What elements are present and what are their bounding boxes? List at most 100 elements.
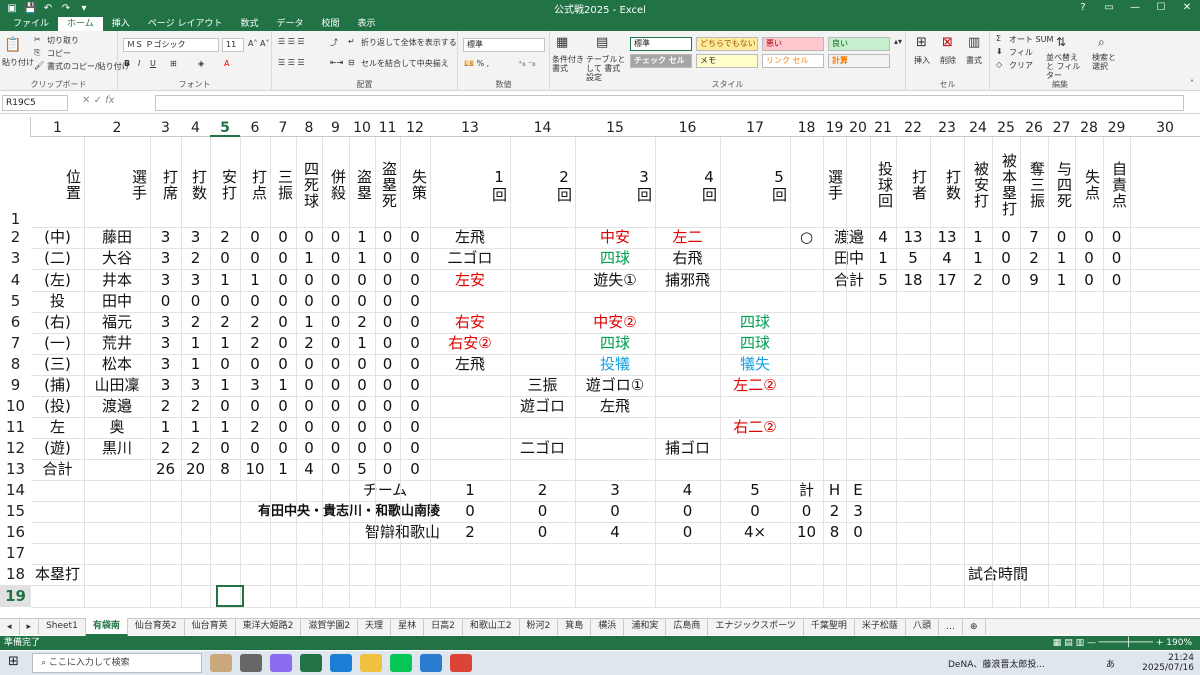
- batter-stat[interactable]: 0: [210, 396, 240, 417]
- inning-result[interactable]: 中安: [575, 227, 655, 248]
- total-stat[interactable]: 5: [349, 459, 375, 480]
- pitcher-stat[interactable]: 2: [964, 269, 992, 291]
- header-er[interactable]: 自責点: [1103, 145, 1130, 225]
- batter-stat[interactable]: 2: [349, 312, 375, 333]
- linescore-header[interactable]: 2: [510, 480, 575, 501]
- style-linked-cell[interactable]: リンク セル: [762, 54, 824, 68]
- linescore-team[interactable]: 智辯和歌山: [180, 522, 440, 543]
- inning-result[interactable]: 中安②: [575, 312, 655, 333]
- linescore-value[interactable]: 0: [430, 501, 510, 522]
- cancel-icon[interactable]: ✕: [82, 95, 90, 106]
- header-i3[interactable]: 3回: [575, 145, 655, 225]
- column-header[interactable]: 9: [322, 117, 349, 137]
- inning-result[interactable]: 左二: [655, 227, 720, 248]
- pitcher-stat[interactable]: 18: [896, 269, 930, 291]
- system-clock[interactable]: 21:24 2025/07/16: [1142, 653, 1194, 673]
- batter-stat[interactable]: 3: [150, 312, 181, 333]
- header-ip[interactable]: 投球回: [870, 145, 896, 225]
- batter-stat[interactable]: 0: [296, 438, 322, 459]
- batter-name[interactable]: 荒井: [84, 333, 150, 354]
- batter-position[interactable]: (二): [31, 248, 84, 269]
- header-bbhbp[interactable]: 四死球: [296, 145, 322, 225]
- batter-stat[interactable]: 0: [270, 333, 296, 354]
- batter-stat[interactable]: 0: [349, 438, 375, 459]
- font-size-select[interactable]: 11: [222, 38, 244, 52]
- column-header[interactable]: 19: [823, 117, 846, 137]
- linescore-header[interactable]: 5: [720, 480, 790, 501]
- pitcher-stat[interactable]: 1: [870, 248, 896, 269]
- column-header[interactable]: 6: [240, 117, 270, 137]
- name-box[interactable]: R19C5: [2, 95, 68, 111]
- row-header[interactable]: 12: [0, 438, 31, 459]
- total-stat[interactable]: 26: [150, 459, 181, 480]
- style-good[interactable]: 良い: [828, 37, 890, 51]
- batter-stat[interactable]: 3: [150, 375, 181, 396]
- linescore-value[interactable]: 0: [510, 522, 575, 543]
- column-header[interactable]: 10: [349, 117, 375, 137]
- batter-stat[interactable]: 1: [296, 312, 322, 333]
- row-header[interactable]: 19: [0, 585, 31, 607]
- pitcher-stat[interactable]: 5: [870, 269, 896, 291]
- linescore-value[interactable]: 4: [575, 522, 655, 543]
- conditional-format-icon[interactable]: ▦: [556, 35, 568, 50]
- pitcher-stat[interactable]: 0: [1075, 269, 1103, 291]
- batter-stat[interactable]: 0: [322, 312, 349, 333]
- orientation-icon[interactable]: ⤴: [330, 37, 338, 48]
- batter-stat[interactable]: 2: [181, 248, 210, 269]
- sheet-tab[interactable]: 東洋大姫路2: [236, 618, 302, 636]
- inning-result[interactable]: 犠失: [720, 354, 790, 375]
- sheet-tab[interactable]: 有袋南: [85, 618, 128, 636]
- batter-stat[interactable]: 1: [150, 417, 181, 438]
- tab-view[interactable]: 表示: [349, 17, 385, 31]
- batter-stat[interactable]: 2: [210, 227, 240, 248]
- column-header[interactable]: 4: [181, 117, 210, 137]
- edge-icon[interactable]: [330, 654, 352, 672]
- tab-data[interactable]: データ: [267, 17, 312, 31]
- redo-icon[interactable]: ↷: [60, 3, 72, 14]
- batter-stat[interactable]: 0: [349, 291, 375, 312]
- total-stat[interactable]: 4: [296, 459, 322, 480]
- column-header[interactable]: 23: [930, 117, 964, 137]
- header-name[interactable]: 選手: [84, 145, 150, 225]
- ie-icon[interactable]: [420, 654, 442, 672]
- linescore-team-label[interactable]: チーム: [330, 480, 440, 501]
- linescore-header[interactable]: 3: [575, 480, 655, 501]
- row-header[interactable]: 5: [0, 291, 31, 312]
- batter-stat[interactable]: 0: [375, 248, 400, 269]
- pitcher-stat[interactable]: 13: [896, 227, 930, 248]
- batter-stat[interactable]: 0: [375, 227, 400, 248]
- pitcher-stat[interactable]: 4: [930, 248, 964, 269]
- bold-button[interactable]: B: [124, 59, 130, 68]
- windows-start-icon[interactable]: ⊞: [8, 654, 19, 669]
- batter-stat[interactable]: 0: [270, 291, 296, 312]
- batter-stat[interactable]: 1: [349, 248, 375, 269]
- inning-result[interactable]: 遊失①: [575, 269, 655, 291]
- batter-stat[interactable]: 2: [150, 396, 181, 417]
- linescore-value[interactable]: 0: [790, 501, 823, 522]
- batter-stat[interactable]: 0: [322, 375, 349, 396]
- sheet-tab[interactable]: 粉河2: [520, 618, 559, 636]
- row-header[interactable]: 14: [0, 480, 31, 501]
- fill-color-icon[interactable]: ◈: [198, 59, 204, 68]
- line-icon[interactable]: [390, 654, 412, 672]
- batter-stat[interactable]: 1: [210, 417, 240, 438]
- linescore-header[interactable]: E: [846, 480, 870, 501]
- cortana-image-icon[interactable]: [210, 654, 232, 672]
- enter-icon[interactable]: ✓: [94, 95, 102, 106]
- batter-position[interactable]: (一): [31, 333, 84, 354]
- header-i1[interactable]: 1回: [430, 145, 510, 225]
- header-i5[interactable]: 5回: [720, 145, 790, 225]
- paste-button[interactable]: 貼り付け: [2, 57, 34, 68]
- sheet-tab[interactable]: 箕島: [558, 618, 592, 636]
- inning-result[interactable]: 右安②: [430, 333, 510, 354]
- batter-stat[interactable]: 0: [296, 354, 322, 375]
- batter-stat[interactable]: 0: [240, 227, 270, 248]
- customize-qat-icon[interactable]: ▾: [78, 3, 90, 14]
- taskbar-search[interactable]: ⌕ ここに入力して検索: [32, 653, 202, 673]
- batter-stat[interactable]: 1: [210, 269, 240, 291]
- ime-indicator[interactable]: あ: [1106, 657, 1115, 670]
- pitcher-stat[interactable]: 1: [1048, 248, 1075, 269]
- batter-name[interactable]: 奥: [84, 417, 150, 438]
- wrap-text-button[interactable]: ↵ 折り返して全体を表示する: [348, 37, 457, 48]
- row-header[interactable]: 15: [0, 501, 31, 522]
